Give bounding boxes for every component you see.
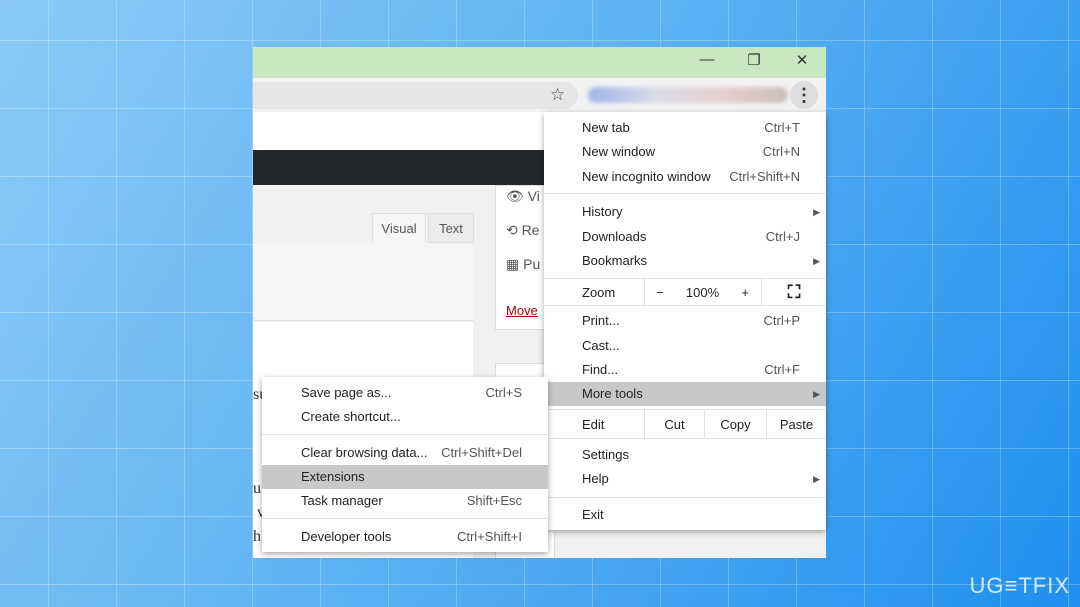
more-tools-submenu: Save page as... Ctrl+S Create shortcut...… <box>262 377 548 552</box>
separator <box>262 518 548 519</box>
submenu-arrow-icon: ▶ <box>813 474 820 484</box>
admin-bar <box>253 150 544 185</box>
copy-button[interactable]: Copy <box>704 410 766 438</box>
editor-toolbar <box>253 243 473 321</box>
submenu-item-extensions[interactable]: Extensions <box>262 465 548 489</box>
zoom-in-button[interactable]: + <box>741 285 749 300</box>
menu-item-cast[interactable]: Cast... <box>544 334 826 358</box>
menu-item-new-window[interactable]: New window Ctrl+N <box>544 140 826 164</box>
menu-item-more-tools[interactable]: More tools ▶ <box>544 382 826 406</box>
tab-text[interactable]: Text <box>428 213 474 243</box>
cut-button[interactable]: Cut <box>644 410 704 438</box>
separator <box>262 434 548 435</box>
separator <box>544 193 826 194</box>
menu-item-new-tab[interactable]: New tab Ctrl+T <box>544 116 826 140</box>
visibility-item: 👁 Vi <box>506 188 540 204</box>
publish-date-item: ▦ Pu <box>506 256 541 272</box>
minimize-button[interactable]: — <box>695 51 719 68</box>
submenu-item-save-page[interactable]: Save page as... Ctrl+S <box>262 381 548 405</box>
submenu-arrow-icon: ▶ <box>813 389 820 399</box>
menu-item-history[interactable]: History ▶ <box>544 200 826 224</box>
text-fragment: u <box>253 480 261 497</box>
chrome-main-menu: New tab Ctrl+T New window Ctrl+N New incog… <box>544 112 826 530</box>
menu-item-find[interactable]: Find... Ctrl+F <box>544 358 826 382</box>
toolbar: ☆ ⋮ <box>253 78 826 112</box>
zoom-out-button[interactable]: − <box>656 285 664 300</box>
menu-item-help[interactable]: Help ▶ <box>544 467 826 491</box>
menu-item-bookmarks[interactable]: Bookmarks ▶ <box>544 249 826 273</box>
fullscreen-icon[interactable]: ⛶ <box>761 279 826 305</box>
menu-button[interactable]: ⋮ <box>790 81 818 109</box>
submenu-item-create-shortcut[interactable]: Create shortcut... <box>262 405 548 429</box>
zoom-label: Zoom <box>582 285 616 300</box>
separator <box>544 497 826 498</box>
move-to-trash-link[interactable]: Move <box>506 303 538 318</box>
menu-item-new-incognito[interactable]: New incognito window Ctrl+Shift+N <box>544 165 826 189</box>
edit-row: Edit Cut Copy Paste <box>544 409 826 439</box>
tab-visual[interactable]: Visual <box>372 213 426 243</box>
edit-label: Edit <box>582 417 605 432</box>
text-fragment: h <box>253 528 261 545</box>
submenu-item-clear-browsing-data[interactable]: Clear browsing data... Ctrl+Shift+Del <box>262 441 548 465</box>
watermark-logo: UG≡TFIX <box>969 573 1070 598</box>
submenu-item-task-manager[interactable]: Task manager Shift+Esc <box>262 489 548 513</box>
zoom-row: Zoom − 100% + ⛶ <box>544 278 826 306</box>
submenu-item-developer-tools[interactable]: Developer tools Ctrl+Shift+I <box>262 525 548 549</box>
submenu-arrow-icon: ▶ <box>813 207 820 217</box>
menu-item-settings[interactable]: Settings <box>544 443 826 467</box>
paste-button[interactable]: Paste <box>766 410 826 438</box>
bookmark-star-icon[interactable]: ☆ <box>550 85 565 105</box>
menu-item-exit[interactable]: Exit <box>544 503 826 527</box>
menu-item-print[interactable]: Print... Ctrl+P <box>544 309 826 333</box>
zoom-controls: − 100% + <box>644 279 760 305</box>
close-button[interactable]: ✕ <box>790 51 814 69</box>
submenu-arrow-icon: ▶ <box>813 256 820 266</box>
address-bar[interactable]: ☆ <box>253 82 578 109</box>
zoom-value: 100% <box>685 284 720 300</box>
revisions-item: ⟲ Re <box>506 222 540 238</box>
profile-blurred <box>588 87 788 103</box>
menu-item-downloads[interactable]: Downloads Ctrl+J <box>544 225 826 249</box>
restore-button[interactable]: ❐ <box>742 51 766 69</box>
title-bar: — ❐ ✕ <box>253 47 826 78</box>
